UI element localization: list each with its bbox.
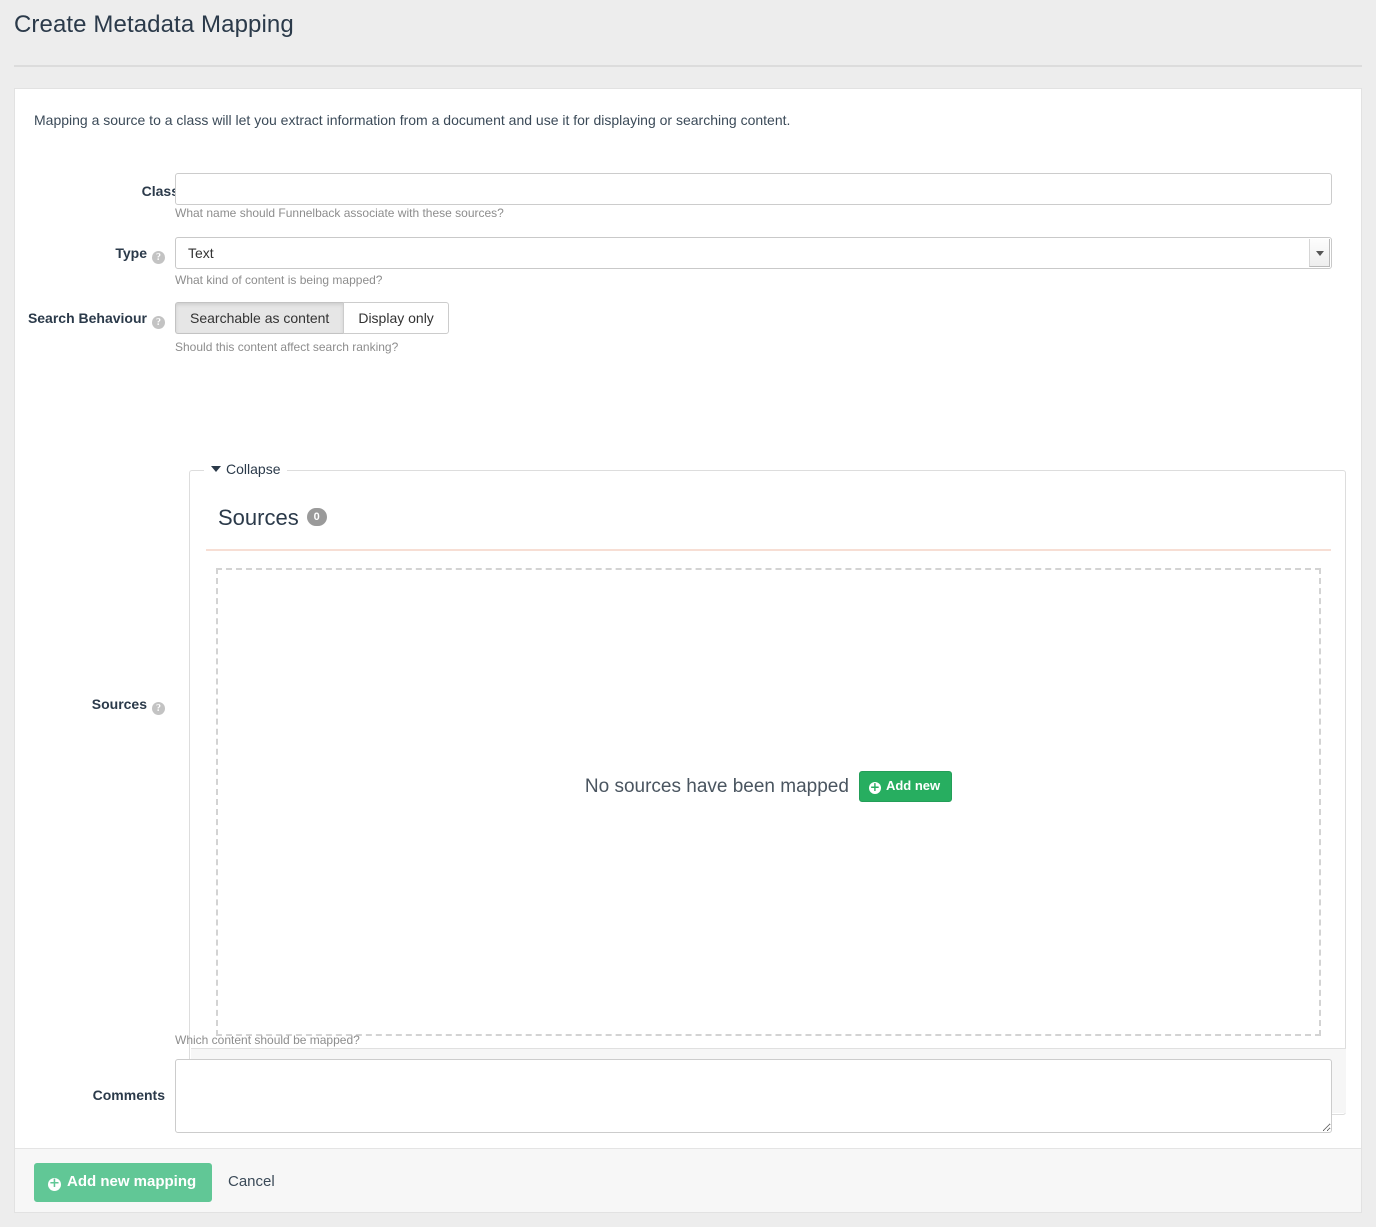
searchable-as-content-button[interactable]: Searchable as content: [175, 302, 343, 334]
class-input[interactable]: [175, 173, 1332, 205]
search-behaviour-label-text: Search Behaviour: [28, 310, 147, 326]
mapping-form-card: Mapping a source to a class will let you…: [14, 88, 1362, 1213]
page-header: Create Metadata Mapping: [0, 0, 1376, 66]
sources-empty-state: No sources have been mapped + Add new: [218, 771, 1319, 802]
sources-panel-title: Sources 0: [218, 505, 327, 531]
plus-circle-icon: +: [869, 782, 881, 794]
sources-count-badge: 0: [307, 508, 327, 526]
add-new-source-inline-button[interactable]: + Add new: [859, 771, 952, 802]
caret-down-icon: [211, 466, 221, 472]
comments-textarea[interactable]: [175, 1059, 1332, 1133]
search-behaviour-label: Search Behaviour?: [15, 310, 165, 329]
plus-circle-icon: +: [48, 1178, 61, 1191]
page-title: Create Metadata Mapping: [14, 11, 294, 39]
sources-title-divider: [206, 549, 1331, 551]
type-label-text: Type: [115, 245, 147, 261]
add-new-mapping-button[interactable]: + Add new mapping: [34, 1163, 212, 1202]
comments-label-text: Comments: [93, 1087, 165, 1103]
form-actions-bar: + Add new mapping Cancel: [15, 1148, 1361, 1212]
question-mark-icon[interactable]: ?: [152, 251, 165, 264]
question-mark-icon[interactable]: ?: [152, 702, 165, 715]
class-label-text: Class: [142, 183, 179, 199]
sources-hint: Which content should be mapped?: [175, 1033, 360, 1047]
class-hint: What name should Funnelback associate wi…: [175, 206, 504, 220]
sources-collapse-panel: Collapse Sources0 No sources have been m…: [189, 470, 1346, 1115]
add-new-source-inline-label: Add new: [886, 778, 940, 793]
comments-label: Comments: [15, 1087, 165, 1103]
chevron-down-icon: [1316, 251, 1324, 256]
sources-label-text: Sources: [92, 696, 147, 712]
add-new-mapping-label: Add new mapping: [67, 1173, 196, 1190]
sources-dropzone[interactable]: No sources have been mapped + Add new: [216, 568, 1321, 1036]
select-dropdown-button[interactable]: [1309, 239, 1330, 267]
type-select[interactable]: Text: [175, 237, 1332, 269]
type-hint: What kind of content is being mapped?: [175, 273, 382, 287]
sources-label: Sources?: [15, 696, 165, 715]
collapse-toggle-label: Collapse: [226, 461, 280, 477]
header-divider: [14, 65, 1362, 67]
display-only-button[interactable]: Display only: [343, 302, 448, 334]
type-select-value: Text: [188, 245, 214, 261]
search-behaviour-toggle-group: Searchable as content Display only: [175, 302, 449, 334]
intro-text: Mapping a source to a class will let you…: [34, 112, 790, 128]
question-mark-icon[interactable]: ?: [152, 316, 165, 329]
sources-empty-message: No sources have been mapped: [585, 776, 849, 798]
sources-panel-title-text: Sources: [218, 505, 299, 530]
type-label: Type?: [15, 245, 165, 264]
cancel-link[interactable]: Cancel: [228, 1173, 275, 1190]
search-behaviour-hint: Should this content affect search rankin…: [175, 340, 398, 354]
class-label: Class: [15, 183, 179, 199]
collapse-toggle[interactable]: Collapse: [204, 461, 287, 477]
